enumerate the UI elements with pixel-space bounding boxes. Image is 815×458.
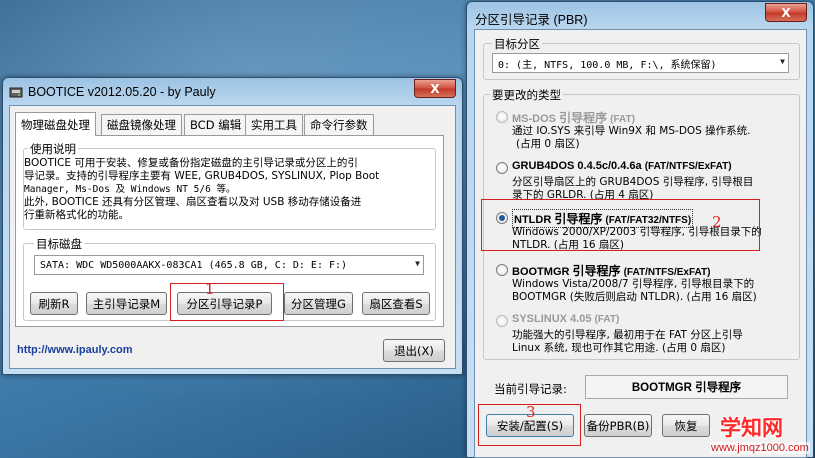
annotation-number-3: 3 xyxy=(526,403,536,421)
current-record-value: BOOTMGR 引导程序 xyxy=(585,375,788,399)
mbr-button[interactable]: 主引导记录M xyxy=(86,292,167,315)
app-icon xyxy=(9,85,23,99)
tab-disk-image[interactable]: 磁盘镜像处理 xyxy=(101,114,182,135)
annotation-number-1: 1 xyxy=(205,280,215,298)
option-name: SYSLINUX 4.05 xyxy=(512,313,592,325)
usage-line: 导记录。支持的引导程序主要有 WEE, GRUB4DOS, SYSLINUX, … xyxy=(24,170,380,182)
window-title: BOOTICE v2012.05.20 - by Pauly xyxy=(28,85,216,99)
option-desc-line: Linux 系统, 现也可作其它用途. (占用 0 扇区) xyxy=(512,342,726,354)
option-title: MS-DOS 引导程序 (FAT) xyxy=(512,109,635,126)
option-desc: Windows Vista/2008/7 引导程序, 引导根目录下的 BOOTM… xyxy=(512,278,802,304)
current-record-label: 当前引导记录: xyxy=(494,382,567,396)
current-record-text: BOOTMGR 引导程序 xyxy=(631,382,742,394)
option-desc: 功能强大的引导程序, 最初用于在 FAT 分区上引导 Linux 系统, 现也可… xyxy=(512,329,802,355)
partition-manage-button[interactable]: 分区管理G xyxy=(284,292,353,315)
annotation-number-2: 2 xyxy=(712,213,722,231)
option-fs: (FAT) xyxy=(594,314,620,325)
option-fs: (FAT/NTFS/ExFAT) xyxy=(644,161,732,172)
target-disk-select[interactable]: SATA: WDC WD5000AAKX-083CA1 (465.8 GB, C… xyxy=(34,255,424,275)
option-desc-line: (占用 0 扇区) xyxy=(516,138,580,150)
tab-command-line[interactable]: 命令行参数 xyxy=(304,114,374,135)
target-disk-value: SATA: WDC WD5000AAKX-083CA1 (465.8 GB, C… xyxy=(40,259,348,271)
radio-bootmgr[interactable] xyxy=(496,264,508,276)
usage-line: 此外, BOOTICE 还具有分区管理、扇区查看以及对 USB 移动存储设备进 xyxy=(24,196,362,208)
usage-text: BOOTICE 可用于安装、修复或备份指定磁盘的主引导记录或分区上的引 导记录。… xyxy=(24,157,424,222)
option-title: SYSLINUX 4.05 (FAT) xyxy=(512,313,619,325)
usage-label: 使用说明 xyxy=(28,141,78,157)
option-fs: (FAT) xyxy=(610,114,635,125)
exit-button[interactable]: 退出(X) xyxy=(383,339,445,362)
option-cn: 引导程序 xyxy=(559,111,608,125)
tab-utilities[interactable]: 实用工具 xyxy=(245,114,303,135)
watermark-url: www.jmqz1000.com xyxy=(710,442,810,454)
radio-msdos[interactable] xyxy=(496,111,508,123)
option-desc: 通过 IO.SYS 来引导 Win9X 和 MS-DOS 操作系统. (占用 0… xyxy=(512,125,802,151)
window-title: 分区引导记录 (PBR) xyxy=(475,13,588,27)
target-partition-label: 目标分区 xyxy=(492,36,542,52)
target-disk-label: 目标磁盘 xyxy=(34,236,84,252)
option-desc-line: Windows Vista/2008/7 引导程序, 引导根目录下的 xyxy=(512,278,755,290)
usage-line: Manager, Ms-Dos 及 Windows NT 5/6 等。 xyxy=(24,184,236,195)
option-desc-line: 分区引导扇区上的 GRUB4DOS 引导程序, 引导根目 xyxy=(512,176,754,188)
radio-grub4dos[interactable] xyxy=(496,162,508,174)
option-fs: (FAT/NTFS/ExFAT) xyxy=(623,267,711,278)
annotation-box-1 xyxy=(170,283,284,321)
homepage-link[interactable]: http://www.ipauly.com xyxy=(17,344,133,356)
option-title: BOOTMGR 引导程序 (FAT/NTFS/ExFAT) xyxy=(512,262,710,279)
close-button[interactable]: X xyxy=(765,3,807,22)
usage-line: 行重新格式化的功能。 xyxy=(24,209,129,221)
backup-pbr-button[interactable]: 备份PBR(B) xyxy=(584,414,652,437)
option-desc-line: BOOTMGR (失败后则启动 NTLDR). (占用 16 扇区) xyxy=(512,291,757,303)
radio-syslinux[interactable] xyxy=(496,315,508,327)
watermark-title: 学知网 xyxy=(720,416,783,440)
site-watermark: 学知网 www.jmqz1000.com xyxy=(708,410,815,458)
bootice-titlebar[interactable]: BOOTICE v2012.05.20 - by Pauly xyxy=(3,78,462,106)
dropdown-arrow-icon[interactable]: ▼ xyxy=(415,259,420,268)
option-name: BOOTMGR xyxy=(512,266,570,278)
close-button[interactable]: X xyxy=(414,79,456,98)
dropdown-arrow-icon[interactable]: ▼ xyxy=(780,57,785,66)
sector-view-button[interactable]: 扇区查看S xyxy=(362,292,430,315)
option-cn: 引导程序 xyxy=(572,264,621,278)
option-name: MS-DOS xyxy=(512,113,556,125)
option-desc-line: 通过 IO.SYS 来引导 Win9X 和 MS-DOS 操作系统. xyxy=(512,125,751,137)
option-desc-line: 功能强大的引导程序, 最初用于在 FAT 分区上引导 xyxy=(512,329,743,341)
target-partition-value: 0: (主, NTFS, 100.0 MB, F:\, 系统保留) xyxy=(498,59,717,71)
option-title: GRUB4DOS 0.4.5c/0.4.6a (FAT/NTFS/ExFAT) xyxy=(512,160,732,172)
type-group-label: 要更改的类型 xyxy=(490,87,563,103)
usage-line: BOOTICE 可用于安装、修复或备份指定磁盘的主引导记录或分区上的引 xyxy=(24,157,358,169)
restore-button[interactable]: 恢复 xyxy=(662,414,710,437)
pbr-titlebar[interactable]: 分区引导记录 (PBR) xyxy=(467,2,813,30)
target-partition-select[interactable]: 0: (主, NTFS, 100.0 MB, F:\, 系统保留) ▼ xyxy=(492,53,789,73)
tab-bcd-edit[interactable]: BCD 编辑 xyxy=(184,114,248,135)
tab-physical-disk[interactable]: 物理磁盘处理 xyxy=(15,112,96,136)
refresh-button[interactable]: 刷新R xyxy=(30,292,78,315)
option-name: GRUB4DOS 0.4.5c/0.4.6a xyxy=(512,160,642,172)
